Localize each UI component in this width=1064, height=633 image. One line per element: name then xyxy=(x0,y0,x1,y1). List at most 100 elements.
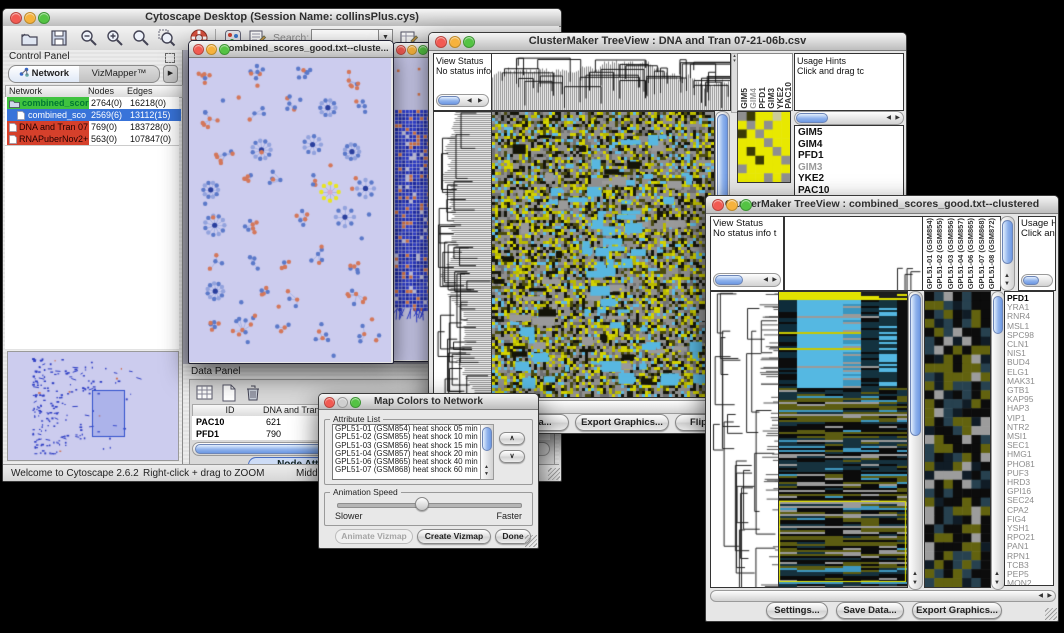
attribute-list-item[interactable]: GPL51-07 (GSM868) heat shock 60 min xyxy=(333,466,493,474)
scrollbar-thumb[interactable] xyxy=(1023,276,1039,285)
speed-slider-track[interactable] xyxy=(337,503,522,508)
zoom-button[interactable] xyxy=(350,397,361,408)
resize-grip[interactable] xyxy=(548,468,560,480)
zoom-out-icon[interactable] xyxy=(79,28,99,48)
create-vizmap-button[interactable]: Create Vizmap xyxy=(417,529,491,544)
new-document-icon[interactable] xyxy=(220,384,238,402)
tab-vizmapper[interactable]: VizMapper™ xyxy=(79,65,160,83)
scrollbar-thumb[interactable] xyxy=(993,296,1003,334)
open-icon[interactable] xyxy=(19,28,39,48)
zoom-button[interactable] xyxy=(219,44,230,55)
cell-value[interactable]: 790 xyxy=(266,429,281,439)
zoom-button[interactable] xyxy=(740,199,752,211)
dialog-titlebar[interactable]: Map Colors to Network xyxy=(319,394,538,410)
network-graph-canvas[interactable] xyxy=(189,58,391,362)
zoom-button[interactable] xyxy=(418,45,428,55)
close-button[interactable] xyxy=(396,45,406,55)
table-row[interactable]: combined_sco 2569(6) 13112(15) xyxy=(7,109,181,121)
zoom-vscrollbar[interactable]: ▲ ▼ xyxy=(991,291,1005,590)
export-graphics-button[interactable]: Export Graphics... xyxy=(575,414,669,431)
attribute-list-vscrollbar[interactable]: ▲ ▼ xyxy=(480,424,494,480)
birdseye-view-canvas[interactable] xyxy=(7,351,179,461)
save-icon[interactable] xyxy=(49,28,69,48)
dense-network-canvas[interactable] xyxy=(393,58,430,360)
column-labels-vscrollbar[interactable]: ▲ ▼ xyxy=(1000,216,1015,291)
network-list-empty[interactable] xyxy=(5,145,179,349)
treeview1-titlebar[interactable]: ClusterMaker TreeView : DNA and Tran 07-… xyxy=(429,33,906,51)
move-down-button[interactable]: ∨ xyxy=(499,450,525,463)
resize-grip[interactable] xyxy=(1045,608,1057,620)
scroll-up-icon[interactable]: ▲ xyxy=(1004,273,1010,279)
close-button[interactable] xyxy=(10,12,22,24)
save-data-button[interactable]: Save Data... xyxy=(836,602,904,619)
animate-vizmap-button[interactable]: Animate Vizmap xyxy=(335,529,413,544)
cell-id[interactable]: PFD1 xyxy=(196,429,219,439)
scroll-right-icon[interactable]: ▶ xyxy=(478,98,483,104)
scroll-right-icon[interactable]: ▶ xyxy=(772,277,777,283)
scroll-right-icon[interactable]: ▶ xyxy=(895,115,900,121)
minimize-button[interactable] xyxy=(449,36,461,48)
bottom-hscrollbar[interactable]: ◀ ▶ xyxy=(710,590,1056,602)
zoom-button[interactable] xyxy=(38,12,50,24)
zoom-heatmap-canvas[interactable] xyxy=(924,291,991,588)
scroll-left-icon[interactable]: ◀ xyxy=(763,277,768,283)
scroll-down-icon[interactable]: ▼ xyxy=(484,471,489,477)
close-button[interactable] xyxy=(324,397,335,408)
move-up-button[interactable]: ∧ xyxy=(499,432,525,445)
scroll-up-icon[interactable]: ▲ xyxy=(994,571,1000,577)
minimize-button[interactable] xyxy=(407,45,417,55)
close-button[interactable] xyxy=(712,199,724,211)
scrollbar-thumb[interactable] xyxy=(1002,220,1013,264)
scrollbar-thumb[interactable] xyxy=(910,294,921,436)
usage-hscrollbar[interactable] xyxy=(1021,274,1053,287)
scroll-up-icon[interactable]: ▲ xyxy=(912,571,918,577)
tab-overflow-button[interactable]: ▶ xyxy=(163,65,178,83)
column-dendrogram-canvas[interactable] xyxy=(784,216,923,291)
scrollbar-thumb[interactable] xyxy=(715,275,743,285)
column-dendrogram-canvas[interactable] xyxy=(491,53,731,111)
scrollbar-thumb[interactable] xyxy=(438,96,460,105)
zoom-fit-icon[interactable] xyxy=(131,28,151,48)
heatmap-vscrollbar[interactable]: ▲ ▼ xyxy=(908,291,923,590)
row-labels-panel[interactable]: PFD1YRA1RNR4MSL1SPC98CLN1NIS1BUD4ELG1MAK… xyxy=(1004,291,1054,586)
scroll-left-icon[interactable]: ◀ xyxy=(1038,593,1043,599)
network-view-titlebar[interactable]: combined_scores_good.txt--cluste... xyxy=(189,41,393,58)
row-dendrogram-canvas[interactable] xyxy=(433,111,492,398)
scroll-up-icon[interactable]: ▲ xyxy=(484,464,489,470)
zoom-selected-icon[interactable] xyxy=(157,28,177,48)
attribute-list[interactable]: GPL51-01 (GSM854) heat shock 05 minGPL51… xyxy=(332,424,494,480)
export-graphics-button[interactable]: Export Graphics... xyxy=(912,602,1002,619)
labels-hscrollbar[interactable]: ◀ ▶ xyxy=(794,111,904,125)
scroll-down-icon[interactable]: ▼ xyxy=(994,580,1000,586)
cell-value[interactable]: 621 xyxy=(266,417,281,427)
minimize-button[interactable] xyxy=(726,199,738,211)
strip-titlebar[interactable] xyxy=(393,43,432,58)
scroll-down-icon[interactable]: ▼ xyxy=(1004,281,1010,287)
zoom-button[interactable] xyxy=(463,36,475,48)
table-row[interactable]: combined_scores 2764(0) 16218(0) xyxy=(7,97,181,109)
trash-icon[interactable] xyxy=(244,384,262,402)
cytoscape-titlebar[interactable]: Cytoscape Desktop (Session Name: collins… xyxy=(3,9,561,27)
minimize-button[interactable] xyxy=(337,397,348,408)
view-status-hscrollbar[interactable]: ◀ ▶ xyxy=(713,273,781,287)
cell-id[interactable]: PAC10 xyxy=(196,417,224,427)
zoom-in-icon[interactable] xyxy=(105,28,125,48)
scroll-right-icon[interactable]: ▶ xyxy=(1047,593,1052,599)
close-button[interactable] xyxy=(193,44,204,55)
float-panel-icon[interactable] xyxy=(165,53,175,63)
table-icon[interactable] xyxy=(196,384,214,402)
settings-button[interactable]: Settings... xyxy=(766,602,828,619)
zoom-heatmap-canvas[interactable] xyxy=(737,111,791,183)
heatmap-canvas[interactable] xyxy=(491,111,715,398)
resize-grip[interactable] xyxy=(525,535,537,547)
table-row[interactable]: DNA and Tran 07 769(0) 183728(0) xyxy=(7,121,181,133)
heatmap-canvas[interactable] xyxy=(778,291,908,588)
minimize-button[interactable] xyxy=(24,12,36,24)
tab-network[interactable]: Network xyxy=(8,65,80,83)
scroll-down-icon[interactable]: ▼ xyxy=(912,580,918,586)
scroll-left-icon[interactable]: ◀ xyxy=(467,98,472,104)
scrollbar-thumb[interactable] xyxy=(796,113,828,123)
scrollbar-thumb[interactable] xyxy=(482,427,492,451)
table-row[interactable]: RNAPuberNov2+| 563(0) 107847(0) xyxy=(7,133,181,145)
view-status-hscrollbar[interactable]: ◀ ▶ xyxy=(436,94,489,107)
